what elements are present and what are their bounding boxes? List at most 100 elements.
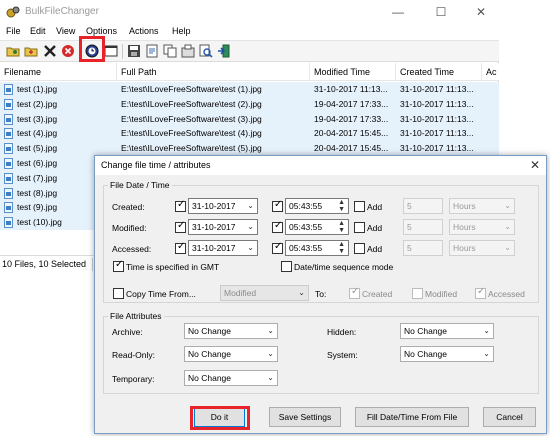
modified-time-value: 05:43:55 [289,222,323,232]
created-add-checkbox[interactable] [354,201,365,212]
table-row[interactable]: test (4).jpg E:\test\ILoveFreeSoftware\te… [0,126,499,142]
save-icon[interactable] [127,44,141,58]
copy-time-label: Copy Time From... [126,289,196,299]
copy-icon[interactable] [163,44,177,58]
col-accessed-time[interactable]: Ac [482,63,499,81]
to-modified-label: Modified [425,289,458,299]
col-filename[interactable]: Filename [0,63,117,81]
col-modified-time[interactable]: Modified Time [310,63,396,81]
modified-unit-select[interactable]: Hours ⌄ [449,219,515,235]
cancel-button[interactable]: Cancel [483,407,536,427]
hidden-value: No Change [404,326,448,336]
created-add-value[interactable]: 5 [403,198,443,214]
cell-created-time: 31-10-2017 11:13... [400,98,474,109]
file-attributes-label: File Attributes [108,311,164,321]
menu-view[interactable]: View [56,26,75,36]
created-date-checkbox[interactable] [175,199,186,212]
gmt-checkbox[interactable] [113,259,124,272]
toolbar-separator [122,44,123,59]
temporary-select[interactable]: No Change ⌄ [184,370,278,386]
open-folder-icon[interactable] [24,44,38,58]
accessed-unit-select[interactable]: Hours ⌄ [449,240,515,256]
system-value: No Change [404,349,448,359]
cell-full-path: E:\test\ILoveFreeSoftware\test (1).jpg [121,84,262,94]
modified-add-value[interactable]: 5 [403,219,443,235]
menu-edit[interactable]: Edit [30,26,46,36]
image-file-icon [4,98,13,110]
modified-add-checkbox[interactable] [354,222,365,233]
menu-help[interactable]: Help [172,26,191,36]
search-icon[interactable] [199,44,213,58]
archive-label: Archive: [112,327,143,337]
gmt-label: Time is specified in GMT [126,262,220,272]
col-full-path[interactable]: Full Path [117,63,310,81]
archive-value: No Change [188,326,232,336]
cell-filename: test (2).jpg [17,98,58,109]
readonly-select[interactable]: No Change ⌄ [184,346,278,362]
table-row[interactable]: test (2).jpg E:\test\ILoveFreeSoftware\te… [0,96,499,112]
exit-icon[interactable] [217,44,231,58]
dialog-close-icon[interactable]: ✕ [530,158,540,172]
image-file-icon [4,128,13,140]
created-label: Created: [112,202,145,212]
accessed-add-checkbox[interactable] [354,243,365,254]
menu-options[interactable]: Options [86,26,117,36]
cell-created-time: 31-10-2017 11:13... [400,113,474,124]
close-icon[interactable]: ✕ [463,2,499,22]
chevron-down-icon: ⌄ [483,326,490,335]
created-date-picker[interactable]: 31-10-2017 ⌄ [188,198,258,214]
cell-full-path: E:\test\ILoveFreeSoftware\test (2).jpg [121,98,262,109]
properties-icon[interactable] [181,44,195,58]
to-created-label: Created [362,289,393,299]
accessed-date-picker[interactable]: 31-10-2017 ⌄ [188,240,258,256]
col-created-time[interactable]: Created Time [396,63,482,81]
stop-icon[interactable] [61,44,75,58]
highlight-do-it-button [190,406,250,430]
sequence-mode-label: Date/time sequence mode [294,262,394,272]
sequence-mode-checkbox[interactable] [281,261,292,272]
fill-date-time-button[interactable]: Fill Date/Time From File [355,407,469,427]
maximize-icon[interactable]: ☐ [423,2,459,22]
accessed-add-value[interactable]: 5 [403,240,443,256]
accessed-date-checkbox[interactable] [175,241,186,254]
created-time-picker[interactable]: 05:43:55 ▲ ▼ [285,198,349,214]
readonly-label: Read-Only: [112,350,155,360]
hidden-select[interactable]: No Change ⌄ [400,323,494,339]
chevron-down-icon: ⌄ [247,201,254,210]
cell-modified-time: 19-04-2017 17:33... [314,113,389,124]
spin-icon: ▲ ▼ [338,199,345,213]
archive-select[interactable]: No Change ⌄ [184,323,278,339]
created-unit-select[interactable]: Hours ⌄ [449,198,515,214]
table-row[interactable]: test (3).jpg E:\test\ILoveFreeSoftware\te… [0,111,499,127]
copy-time-checkbox[interactable] [113,288,124,299]
menu-file[interactable]: File [6,26,21,36]
change-time-dialog: Change file time / attributes ✕ File Dat… [94,155,547,434]
spin-icon: ▲ ▼ [338,241,345,255]
minimize-icon[interactable]: — [380,2,416,22]
refresh-icon[interactable] [145,44,159,58]
open-icon[interactable] [6,44,20,58]
accessed-time-checkbox[interactable] [272,241,283,254]
modified-time-picker[interactable]: 05:43:55 ▲ ▼ [285,219,349,235]
to-accessed-checkbox[interactable] [475,286,486,299]
menu-actions[interactable]: Actions [129,26,159,36]
modified-date-checkbox[interactable] [175,220,186,233]
chevron-down-icon: ⌄ [483,349,490,358]
cell-modified-time: 19-04-2017 17:33... [314,98,389,109]
created-time-checkbox[interactable] [272,199,283,212]
table-row[interactable]: test (5).jpg E:\test\ILoveFreeSoftware\te… [0,141,499,157]
to-created-checkbox[interactable] [349,286,360,299]
window-icon[interactable] [104,44,118,58]
image-file-icon [4,158,13,169]
modified-time-checkbox[interactable] [272,220,283,233]
to-label: To: [315,289,327,299]
accessed-time-picker[interactable]: 05:43:55 ▲ ▼ [285,240,349,256]
modified-date-picker[interactable]: 31-10-2017 ⌄ [188,219,258,235]
delete-icon[interactable] [43,44,57,58]
image-file-icon [4,113,13,125]
copy-time-select[interactable]: Modified ⌄ [220,285,309,301]
system-select[interactable]: No Change ⌄ [400,346,494,362]
table-row[interactable]: test (1).jpg E:\test\ILoveFreeSoftware\te… [0,82,499,97]
save-settings-button[interactable]: Save Settings [269,407,341,427]
to-modified-checkbox[interactable] [412,288,423,299]
